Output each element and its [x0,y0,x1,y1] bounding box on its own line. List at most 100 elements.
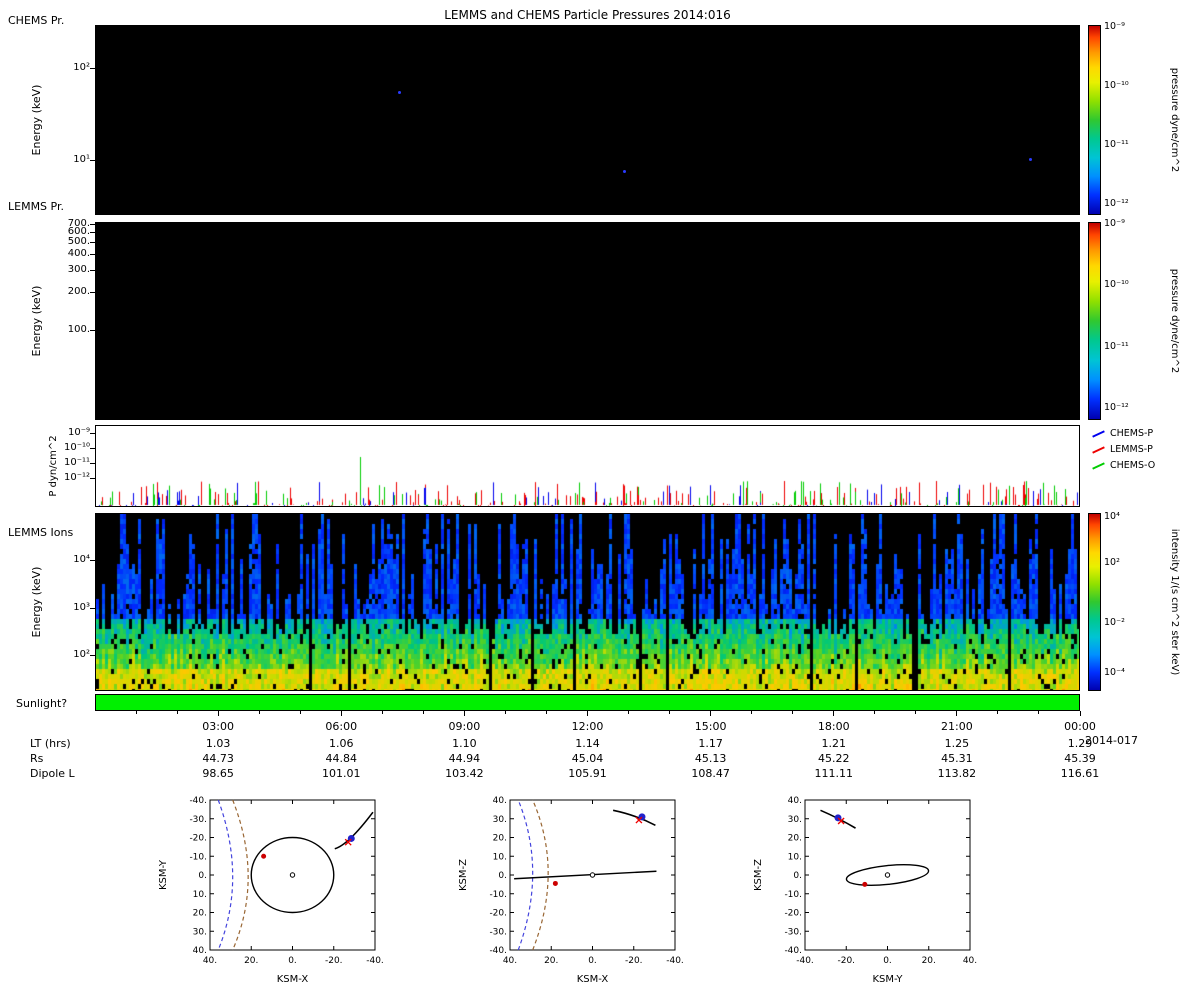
orbit-x-tick-label: -20. [625,956,643,966]
orbit-y-tick-label: -40. [189,796,207,806]
y-tick-label: 10² [73,62,90,73]
orbit-y-tick-label: -10. [189,852,207,862]
time-axis-minor-tick [422,711,424,714]
orbit-y-axis-label: KSM-Z [753,859,764,891]
orbit-x-axis-label: KSM-Y [872,974,903,985]
colorbar-chems-pressure [1088,25,1101,215]
y-tick-mark [90,254,95,256]
ephemeris-value: 45.39 [1064,752,1096,765]
orbit-y-tick-label: 30. [193,927,207,937]
orbit-x-tick-label: 40. [503,956,517,966]
y-tick-label: 400. [67,248,90,260]
legend-item: CHEMS-O [1090,459,1190,473]
orbit-y-tick-label: 10. [493,852,507,862]
time-axis-tick [1079,711,1081,716]
ephemeris-value: 45.22 [818,752,850,765]
time-axis-minor-tick [504,711,506,714]
time-axis-label: 03:00 [202,720,234,733]
orbit-x-tick-label: 20. [544,956,558,966]
orbit-y-tick-label: 30. [493,815,507,825]
colorbar-tick-label: 10⁻¹⁰ [1104,79,1129,91]
ephemeris-value: 108.47 [691,767,730,780]
ephemeris-row-label: Dipole L [30,767,75,780]
colorbar-tick-label: 10⁻⁹ [1104,20,1125,32]
orbit-x-tick-label: -20. [325,956,343,966]
time-axis-minor-tick [628,711,630,714]
plot-figure: LEMMS and CHEMS Particle Pressures 2014:… [0,0,1200,1000]
y-tick-mark [90,607,95,609]
ephemeris-value: 1.17 [698,737,723,750]
time-axis-label: 21:00 [941,720,973,733]
legend-label: LEMMS-P [1110,444,1153,455]
time-axis-minor-tick [997,711,999,714]
time-axis-minor-tick [751,711,753,714]
time-axis-minor-tick [299,711,301,714]
colorbar-tick-label: 10⁴ [1104,510,1120,522]
orbit-y-tick-label: 20. [193,909,207,919]
ephemeris-value: 1.25 [944,737,970,750]
legend-label: CHEMS-P [1110,428,1154,439]
orbit-y-tick-label: -30. [489,927,507,937]
orbit-y-tick-label: 30. [788,815,802,825]
ephemeris-value: 45.13 [694,752,727,765]
orbit-y-tick-label: -20. [489,909,507,919]
y-tick-label: 10⁻¹² [63,472,90,483]
spectrogram-data-point [623,169,627,173]
orbit-y-axis-label: KSM-Y [158,859,169,890]
lemms-ions-canvas [96,514,1079,690]
colorbar-tick-label: 10⁻¹⁰ [1104,279,1129,291]
figure-title: LEMMS and CHEMS Particle Pressures 2014:… [444,8,731,22]
saturn-marker [289,872,296,878]
colorbar-tick-label: 10⁻¹² [1104,402,1129,414]
pressure-timeseries-panel [95,425,1080,507]
ephemeris-value: 103.42 [445,767,484,780]
spectrogram-data-point [398,91,402,95]
colorbar-label-chems-pressure: pressure dyne/cm^2 [1169,67,1180,173]
y-tick-label: 100. [67,324,90,335]
colorbar-tick-label: 10⁻² [1104,617,1125,629]
time-axis-label: 00:00 [1064,720,1096,733]
time-axis-minor-tick [258,711,260,714]
y-tick-mark [90,292,95,294]
ephemeris-value: 1.29 [1067,737,1093,750]
time-axis-tick [217,711,219,716]
ephemeris-value: 45.31 [941,752,973,765]
orbit-y-tick-label: 40. [788,796,802,806]
orbit-y-tick-label: -40. [784,946,802,956]
orbit-plot-ksmx-ksmz: 40. 20. 0. -20. -40. -40. -30. -20. -10. 0. 10. 20.… [458,796,684,985]
y-tick-label: 10³ [73,601,90,613]
colorbar-tick-label: 10² [1104,556,1120,568]
legend-item: CHEMS-P [1090,427,1190,441]
saturn-marker [589,872,596,878]
colorbar-tick-label: 10⁻⁴ [1104,667,1125,679]
orbit-plot-ksmx-ksmy: 40. 20. 0. -20. -40. -40. -30. -20. -10. 0. 10. 20.… [158,796,384,985]
panel-label-sunlight: Sunlight? [16,697,68,710]
colorbar-tick-label: 10⁻⁹ [1104,217,1125,229]
spacecraft-trajectory [334,811,374,850]
spacecraft-trajectory [612,809,656,827]
time-axis-minor-tick [669,711,671,714]
spectrogram-data-point [1028,157,1032,161]
time-axis-minor-tick [792,711,794,714]
colorbar-lemms-pressure [1088,222,1101,420]
magnetopause-curve [232,799,249,951]
time-axis-minor-tick [135,711,137,714]
time-axis-label: 09:00 [448,720,481,733]
y-tick-label: 10⁻¹⁰ [63,442,90,453]
y-tick-label: 200. [67,286,90,298]
y-tick-mark [90,223,95,225]
orbit-x-axis-label: KSM-X [277,974,309,985]
y-tick-mark [90,478,95,479]
time-axis-label: 18:00 [817,720,850,733]
orbit-y-tick-label: 40. [493,796,507,806]
orbit-y-tick-label: 0. [498,871,507,881]
orbit-x-axis-label: KSM-X [577,974,609,985]
orbit-x-tick-label: -40. [666,956,684,966]
y-tick-label: 500. [67,235,90,247]
ephemeris-row-label: LT (hrs) [30,737,71,750]
y-tick-mark [90,655,95,656]
y-tick-label: 10¹ [73,154,90,165]
ephemeris-value: 44.94 [448,752,481,765]
ephemeris-value: 1.14 [575,737,600,750]
time-axis-minor-tick [176,711,178,714]
